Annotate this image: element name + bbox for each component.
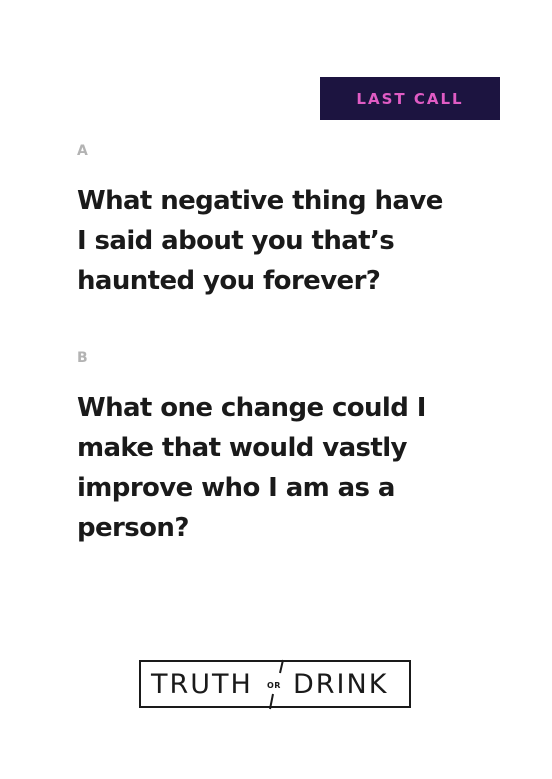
logo-or-connector: OR — [267, 681, 281, 690]
logo-drink-word: DRINK — [293, 669, 389, 700]
truth-or-drink-logo: TRUTH OR DRINK — [139, 659, 411, 710]
last-call-badge: LAST CALL — [320, 77, 500, 120]
option-b-question: What one change could I make that would … — [77, 393, 426, 543]
logo-truth-word: TRUTH — [151, 669, 253, 700]
question-card: LAST CALL A What negative thing have I s… — [0, 0, 552, 779]
option-b-letter: B — [77, 350, 88, 366]
option-a-letter: A — [77, 143, 88, 159]
option-a-question: What negative thing have I said about yo… — [77, 186, 443, 296]
badge-label: LAST CALL — [356, 89, 464, 108]
